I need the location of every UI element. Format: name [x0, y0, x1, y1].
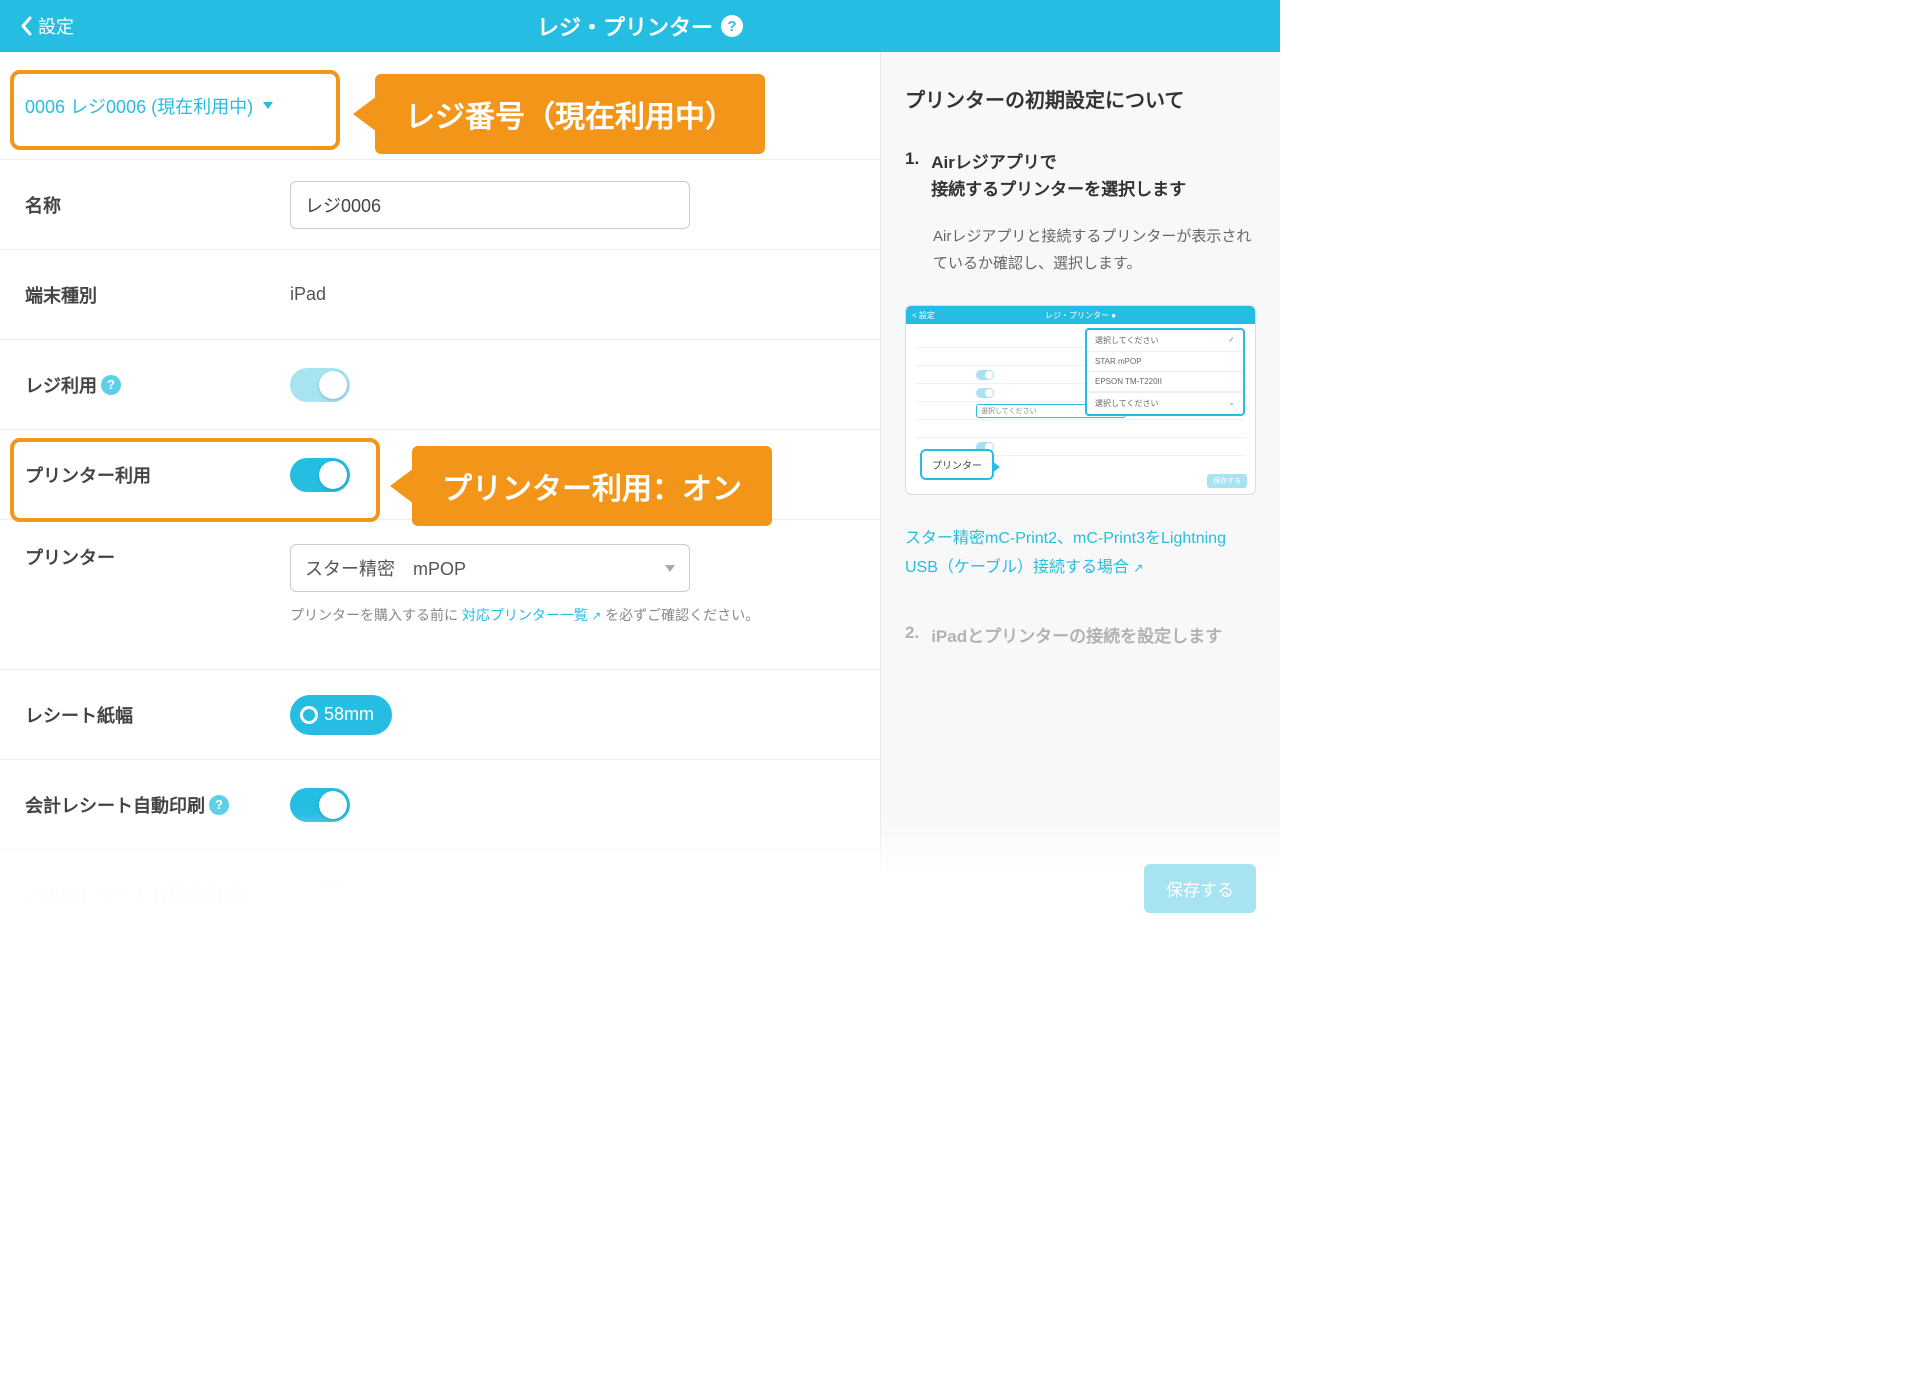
step-desc: Airレジアプリと接続するプリンターが表示されているか確認し、選択します。: [933, 223, 1256, 277]
register-selector[interactable]: 0006 レジ0006 (現在利用中): [25, 93, 273, 119]
side-title: プリンターの初期設定について: [905, 84, 1256, 113]
auto-print-toggle[interactable]: [290, 788, 350, 822]
annotation-callout-register: レジ番号（現在利用中）: [375, 74, 765, 154]
device-value: iPad: [290, 284, 855, 305]
printer-use-toggle[interactable]: [290, 458, 350, 492]
mini-dropdown: 選択してください✓ STAR mPOP EPSON TM-T220II 選択して…: [1085, 328, 1245, 416]
step-number: 2.: [905, 623, 919, 650]
step-head: iPadとプリンターの接続を設定します: [931, 623, 1222, 650]
label-printer: プリンター: [25, 544, 290, 570]
register-use-toggle[interactable]: [290, 368, 350, 402]
side-illustration: < 設定 レジ・プリンター ● 選択してください 選択してください✓ STAR …: [905, 305, 1256, 495]
name-input[interactable]: [290, 181, 690, 229]
step-head: Airレジアプリで 接続するプリンターを選択します: [931, 149, 1186, 203]
help-icon[interactable]: ?: [101, 375, 121, 395]
back-button[interactable]: 設定: [20, 13, 74, 39]
label-auto-print: 会計レシート自動印刷 ?: [25, 792, 290, 818]
register-selector-label: 0006 レジ0006 (現在利用中): [25, 93, 253, 119]
save-button[interactable]: 保存する: [1144, 864, 1256, 913]
external-link-icon: [1133, 559, 1143, 576]
step-2: 2. iPadとプリンターの接続を設定します: [905, 623, 1256, 650]
chevron-left-icon: [20, 16, 32, 36]
label-printer-use: プリンター利用: [25, 462, 290, 488]
label-name: 名称: [25, 192, 290, 218]
radio-dot-icon: [300, 706, 318, 724]
label-register-use: レジ利用 ?: [25, 372, 290, 398]
chevron-down-icon: [263, 102, 273, 109]
help-icon[interactable]: ?: [721, 15, 743, 37]
help-icon[interactable]: ?: [227, 885, 247, 905]
paper-width-value: 58mm: [324, 704, 374, 725]
label-paper-width: レシート紙幅: [25, 702, 290, 728]
printer-hint: プリンターを購入する前に 対応プリンター一覧 を必ずご確認ください。: [290, 604, 810, 626]
chevron-down-icon: [665, 565, 675, 572]
step-number: 1.: [905, 149, 919, 203]
help-icon[interactable]: ?: [209, 795, 229, 815]
paper-width-chip[interactable]: 58mm: [290, 695, 392, 735]
supported-printers-link[interactable]: 対応プリンター一覧: [462, 607, 601, 623]
mini-save: 保存する: [1207, 474, 1247, 488]
usb-connect-link[interactable]: スター精密mC-Print2、mC-Print3をLightning USB（ケ…: [905, 525, 1256, 583]
step-1: 1. Airレジアプリで 接続するプリンターを選択します: [905, 149, 1256, 203]
app-header: 設定 レジ・プリンター ?: [0, 0, 1280, 52]
label-cash-print: 入出金レシート自動印刷 ?: [25, 882, 290, 908]
mini-callout: プリンター: [920, 449, 994, 480]
page-title: レジ・プリンター ?: [537, 10, 743, 42]
external-link-icon: [588, 607, 601, 623]
back-label: 設定: [38, 13, 74, 39]
printer-select[interactable]: スター精密 mPOP: [290, 544, 690, 592]
printer-select-value: スター精密 mPOP: [305, 555, 466, 581]
cash-print-toggle[interactable]: [290, 878, 350, 912]
annotation-callout-printer-use: プリンター利用：オン: [412, 446, 772, 526]
side-panel: プリンターの初期設定について 1. Airレジアプリで 接続するプリンターを選択…: [880, 52, 1280, 933]
label-device: 端末種別: [25, 282, 290, 308]
